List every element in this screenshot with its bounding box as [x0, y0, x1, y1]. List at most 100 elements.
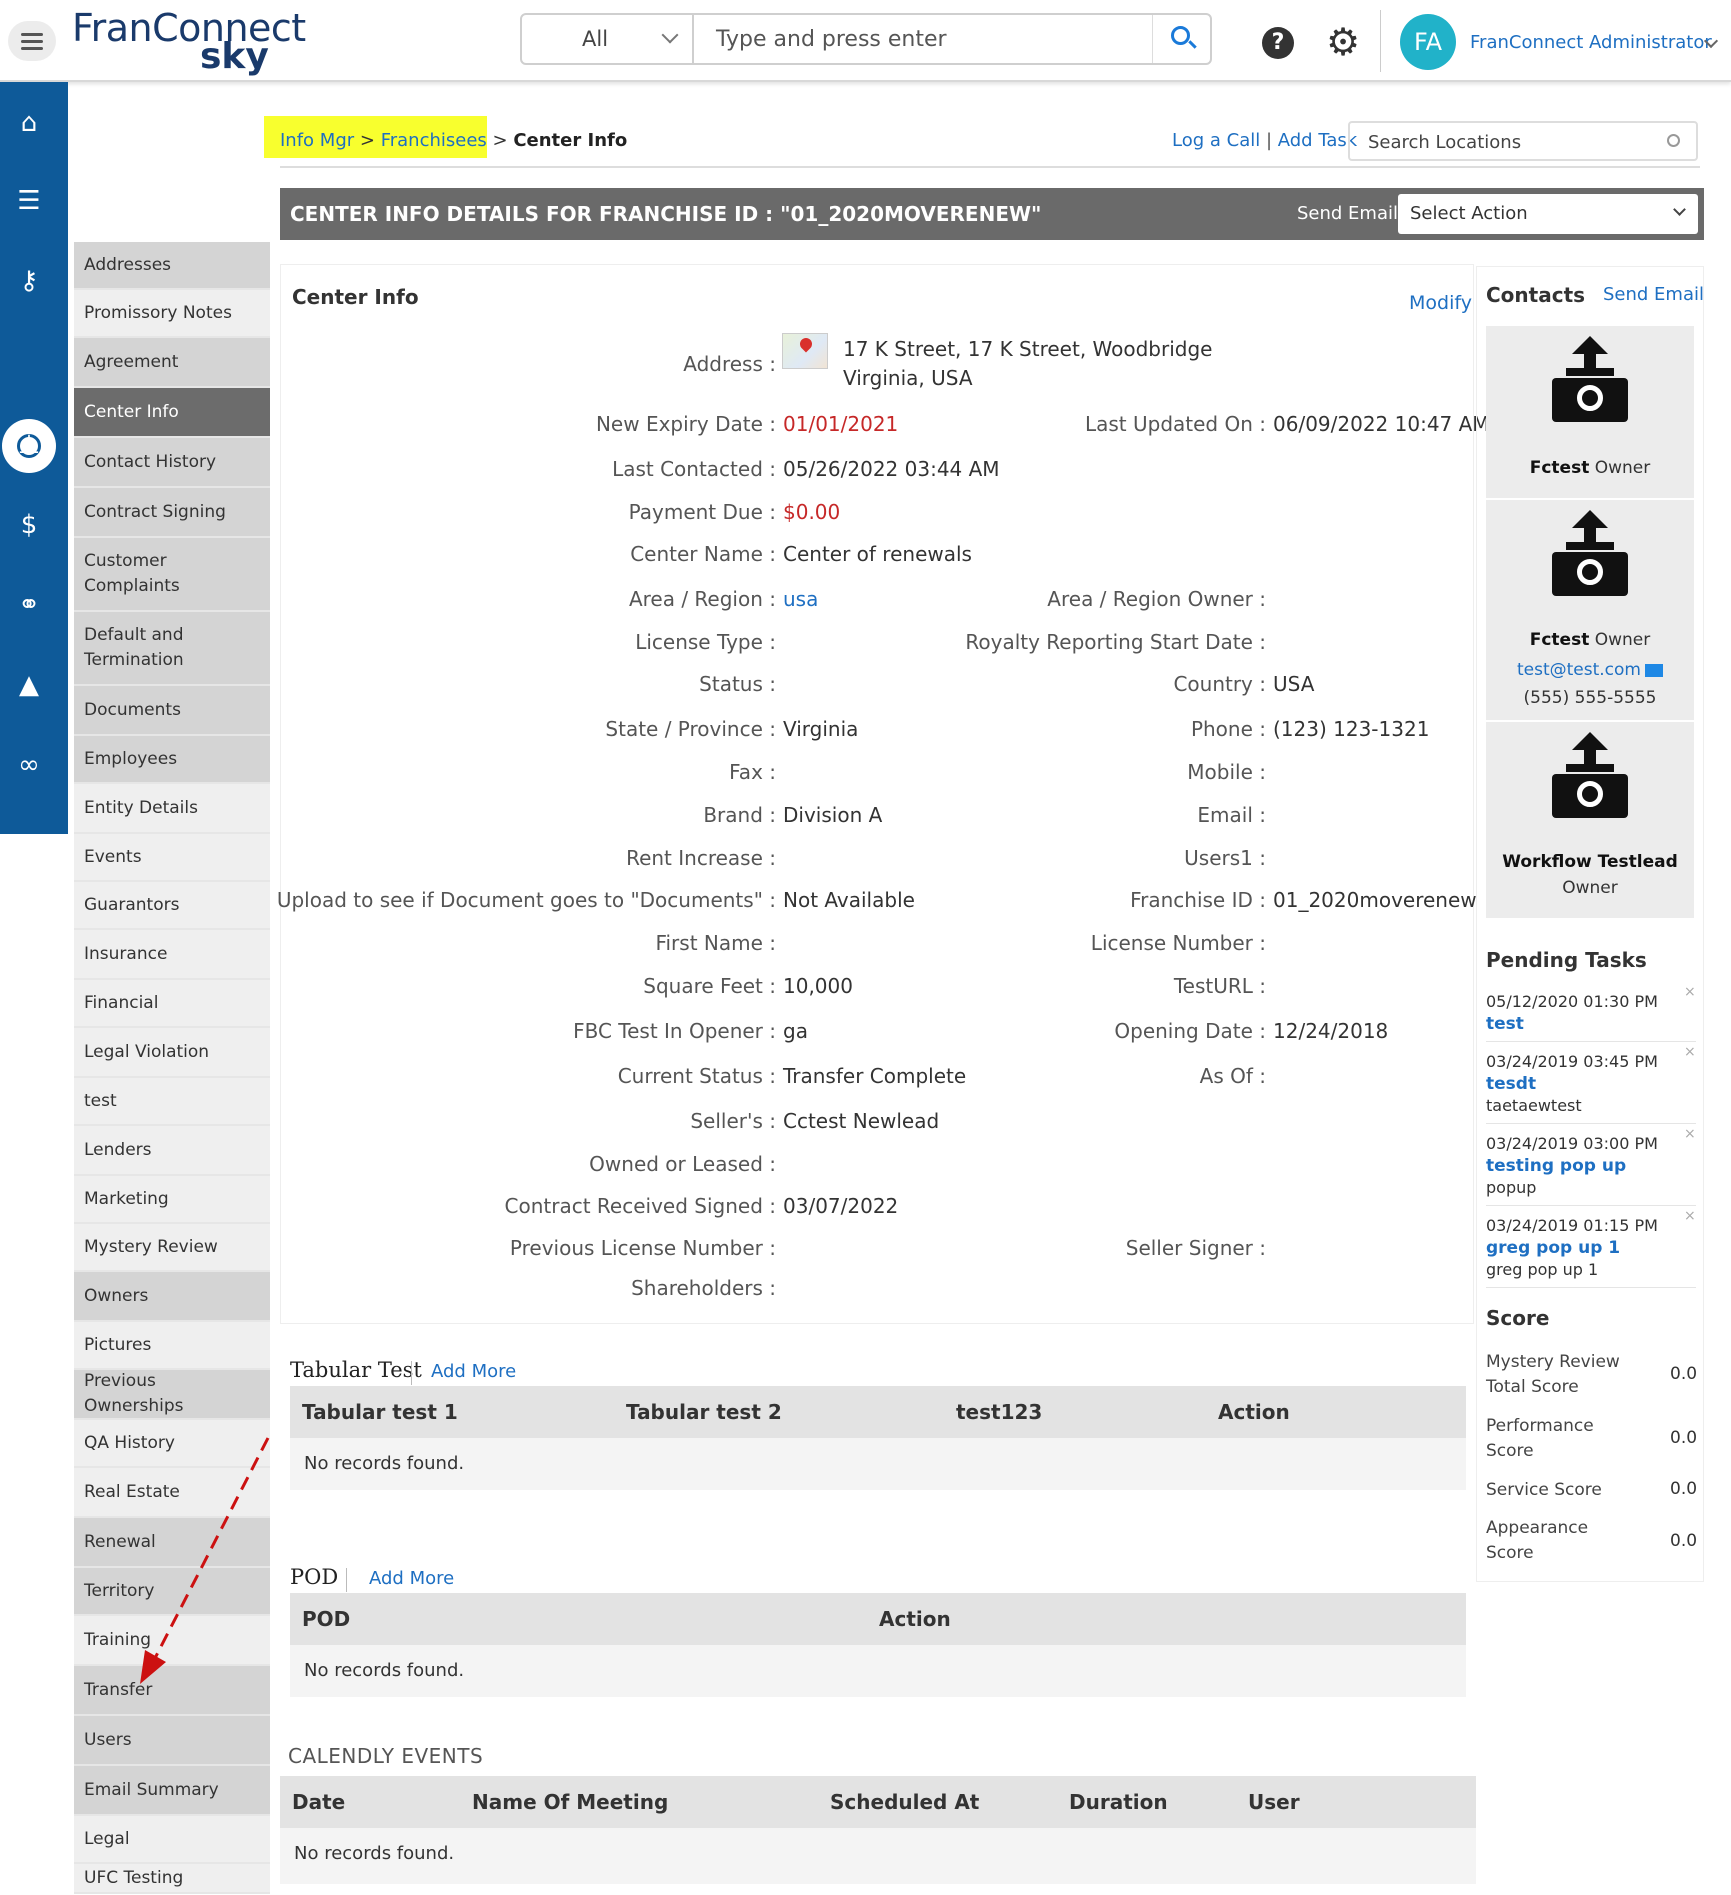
sidebar-item[interactable]: Training — [74, 1616, 270, 1666]
search-icon[interactable] — [1667, 134, 1680, 147]
contact-card[interactable]: Fctest Owner test@test.com (555) 555-555… — [1486, 500, 1694, 720]
task-description: greg pop up 1 — [1486, 1260, 1599, 1279]
search-icon[interactable] — [1152, 15, 1212, 63]
logo-franconnect: FranConnect — [72, 6, 306, 50]
send-email-link[interactable]: Send Email — [1603, 284, 1704, 305]
sidebar-item-label: Lenders — [84, 1139, 152, 1160]
mail-icon[interactable] — [1645, 663, 1663, 677]
log-call-link[interactable]: Log a Call — [1172, 130, 1260, 151]
close-icon[interactable]: × — [1684, 984, 1696, 1000]
task-title-link[interactable]: testing pop up — [1486, 1156, 1626, 1176]
key-icon[interactable]: ⚷ — [0, 266, 58, 296]
gear-icon[interactable]: ⚙ — [1326, 22, 1360, 62]
field-label: Seller's : — [690, 1109, 776, 1133]
sidebar-item-label: UFC Testing — [84, 1867, 184, 1888]
sidebar-item[interactable]: Default and Termination — [74, 612, 270, 686]
table-row: No records found. — [290, 1645, 1466, 1697]
column-header: Name Of Meeting — [472, 1790, 669, 1814]
sidebar-item[interactable]: Previous Ownerships — [74, 1370, 270, 1420]
sidebar-item[interactable]: Entity Details — [74, 784, 270, 834]
sidebar-item[interactable]: Marketing — [74, 1176, 270, 1224]
sidebar-item[interactable]: Employees — [74, 736, 270, 784]
map-icon[interactable] — [782, 333, 828, 369]
home-icon[interactable]: ⌂ — [0, 108, 58, 138]
field-value: Not Available — [783, 888, 915, 912]
add-more-link[interactable]: Add More — [369, 1568, 454, 1589]
sidebar-item[interactable]: Customer Complaints — [74, 538, 270, 612]
score-label: Performance Score — [1486, 1416, 1594, 1461]
sidebar-item[interactable]: UFC Testing — [74, 1864, 270, 1894]
sidebar-item[interactable]: Financial — [74, 980, 270, 1028]
close-icon[interactable]: × — [1684, 1208, 1696, 1224]
sidebar-item[interactable]: Center Info — [74, 388, 270, 438]
contact-card[interactable]: Workflow Testlead Owner — [1486, 722, 1694, 918]
sidebar-item[interactable]: Legal Violation — [74, 1028, 270, 1078]
sidebar-item[interactable]: Events — [74, 834, 270, 882]
sidebar-item[interactable]: Addresses — [74, 242, 270, 290]
sidebar-item[interactable]: Pictures — [74, 1322, 270, 1370]
pod-header: POD Action — [290, 1593, 1466, 1645]
breadcrumb-info-mgr[interactable]: Info Mgr — [280, 130, 354, 151]
sidebar-item[interactable]: QA History — [74, 1420, 270, 1468]
sidebar-item[interactable]: Email Summary — [74, 1766, 270, 1816]
upload-photo-icon[interactable] — [1552, 336, 1628, 426]
sidebar-item[interactable]: Legal — [74, 1816, 270, 1864]
add-more-link[interactable]: Add More — [431, 1361, 516, 1382]
sidebar-item[interactable]: Users — [74, 1716, 270, 1766]
money-bag-icon[interactable]: $ — [0, 510, 58, 540]
sidebar-item[interactable]: Renewal — [74, 1518, 270, 1568]
sidebar-item[interactable]: Insurance — [74, 930, 270, 980]
task-title-link[interactable]: test — [1486, 1014, 1524, 1034]
help-icon[interactable]: ? — [1262, 27, 1294, 59]
score-value: 0.0 — [1670, 1531, 1698, 1551]
field-label: License Number : — [1090, 931, 1266, 955]
sidebar-item-label: Agreement — [84, 351, 179, 372]
search-locations-input[interactable]: Search Locations — [1348, 121, 1698, 161]
tabular-test-title: Tabular Test — [290, 1358, 422, 1382]
sidebar-item[interactable]: Real Estate — [74, 1468, 270, 1518]
sidebar-item[interactable]: Lenders — [74, 1126, 270, 1176]
field-value[interactable]: usa — [783, 587, 818, 611]
sidebar-item[interactable]: Contact History — [74, 438, 270, 488]
contact-card[interactable]: Fctest Owner — [1486, 326, 1694, 498]
empty-message: No records found. — [304, 1453, 465, 1474]
close-icon[interactable]: × — [1684, 1126, 1696, 1142]
sidebar-item[interactable]: Promissory Notes — [74, 290, 270, 338]
sidebar-item[interactable]: Owners — [74, 1272, 270, 1322]
org-chart-icon[interactable]: ⊥ — [0, 430, 58, 460]
task-title-link[interactable]: greg pop up 1 — [1486, 1238, 1620, 1258]
field-value: ga — [783, 1019, 808, 1043]
field-label: Previous License Number : — [509, 1236, 776, 1260]
search-input[interactable]: Type and press enter — [716, 27, 947, 52]
sidebar-item-label: Previous Ownerships — [84, 1371, 184, 1416]
field-label: As Of : — [1199, 1064, 1266, 1088]
handshake-icon[interactable]: ⚭ — [0, 590, 58, 620]
task-title-link[interactable]: tesdt — [1486, 1074, 1536, 1094]
sidebar-item[interactable]: Documents — [74, 686, 270, 736]
select-action-dropdown[interactable]: Select Action — [1398, 194, 1698, 234]
modify-link[interactable]: Modify — [1409, 292, 1472, 314]
chat-icon[interactable]: ☰ — [0, 186, 58, 216]
table-row: No records found. — [280, 1828, 1476, 1884]
close-icon[interactable]: × — [1684, 1044, 1696, 1060]
avatar[interactable]: FA — [1400, 14, 1456, 70]
add-task-link[interactable]: Add Task — [1278, 130, 1357, 151]
sidebar-item[interactable]: test — [74, 1078, 270, 1126]
breadcrumb-franchisees[interactable]: Franchisees — [381, 130, 487, 151]
sidebar-item[interactable]: Mystery Review — [74, 1224, 270, 1272]
sidebar-item-label: Guarantors — [84, 894, 180, 915]
upload-photo-icon[interactable] — [1552, 510, 1628, 600]
graduation-cap-icon[interactable]: ▲ — [0, 670, 58, 700]
sidebar-item[interactable]: Transfer — [74, 1666, 270, 1716]
user-name[interactable]: FranConnect Administrator — [1470, 32, 1712, 53]
contact-email-link[interactable]: test@test.com — [1486, 660, 1694, 680]
sidebar-item[interactable]: Agreement — [74, 338, 270, 388]
sidebar-item[interactable]: Guarantors — [74, 882, 270, 930]
upload-photo-icon[interactable] — [1552, 732, 1628, 822]
sidebar-item[interactable]: Territory — [74, 1568, 270, 1616]
sidebar-item[interactable]: Contract Signing — [74, 488, 270, 538]
binoculars-icon[interactable]: ∞ — [0, 750, 58, 780]
search-scope-dropdown[interactable]: All — [522, 15, 694, 63]
hamburger-menu-icon[interactable] — [8, 21, 56, 61]
field-label: Phone : — [1190, 717, 1266, 741]
